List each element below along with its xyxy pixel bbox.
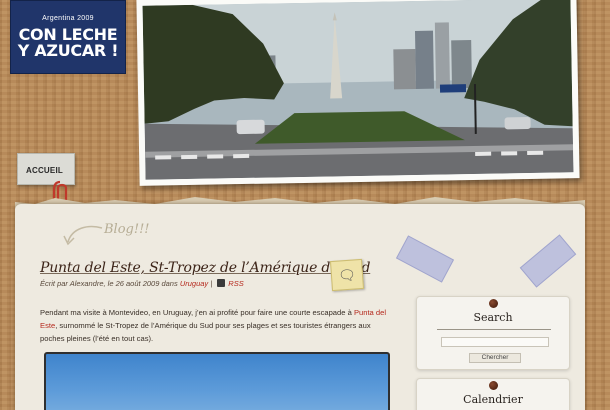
pushpin-icon xyxy=(489,299,498,308)
post-meta-prefix: Écrit par Alexandre, le 26 août 2009 dan… xyxy=(40,279,180,288)
curved-arrow-icon xyxy=(63,225,103,246)
post-category-link[interactable]: Uruguay xyxy=(180,279,208,288)
calendar-widget-title: Calendrier xyxy=(463,393,523,406)
search-widget-divider xyxy=(437,329,551,330)
rss-icon[interactable] xyxy=(217,279,226,287)
blog-section-label: Blog!!! xyxy=(104,222,150,237)
rss-link[interactable]: RSS xyxy=(228,279,243,288)
search-widget: Search Chercher xyxy=(416,296,570,370)
post-excerpt: Pendant ma visite à Montevideo, en Urugu… xyxy=(40,306,392,345)
search-button[interactable]: Chercher xyxy=(469,353,521,363)
header-photo xyxy=(136,0,580,186)
speech-bubble-icon: 🗨 xyxy=(337,267,357,285)
site-subtitle: Argentina 2009 xyxy=(42,15,94,22)
site-logo[interactable]: Argentina 2009 CON LECHE Y AZUCAR ! xyxy=(10,0,126,74)
post-excerpt-part1: Pendant ma visite à Montevideo, en Urugu… xyxy=(40,308,354,317)
post-photo[interactable] xyxy=(44,352,390,410)
post-meta-separator: | xyxy=(208,279,215,288)
search-input[interactable] xyxy=(441,337,549,347)
pushpin-icon xyxy=(489,381,498,390)
obelisk-avenue-image xyxy=(142,0,574,180)
post-title-link[interactable]: Punta del Este, St-Tropez de l’Amérique … xyxy=(40,260,370,276)
comment-bubble-button[interactable]: 🗨 xyxy=(329,258,365,292)
site-title: CON LECHE Y AZUCAR ! xyxy=(17,25,119,60)
post-excerpt-part2: , surnommé le St-Tropez de l’Amérique du… xyxy=(40,321,371,343)
calendar-widget: Calendrier xyxy=(416,378,570,410)
nav-home-label: ACCUEIL xyxy=(26,166,63,175)
search-widget-title: Search xyxy=(473,311,513,324)
post-meta: Écrit par Alexandre, le 26 août 2009 dan… xyxy=(40,279,244,288)
